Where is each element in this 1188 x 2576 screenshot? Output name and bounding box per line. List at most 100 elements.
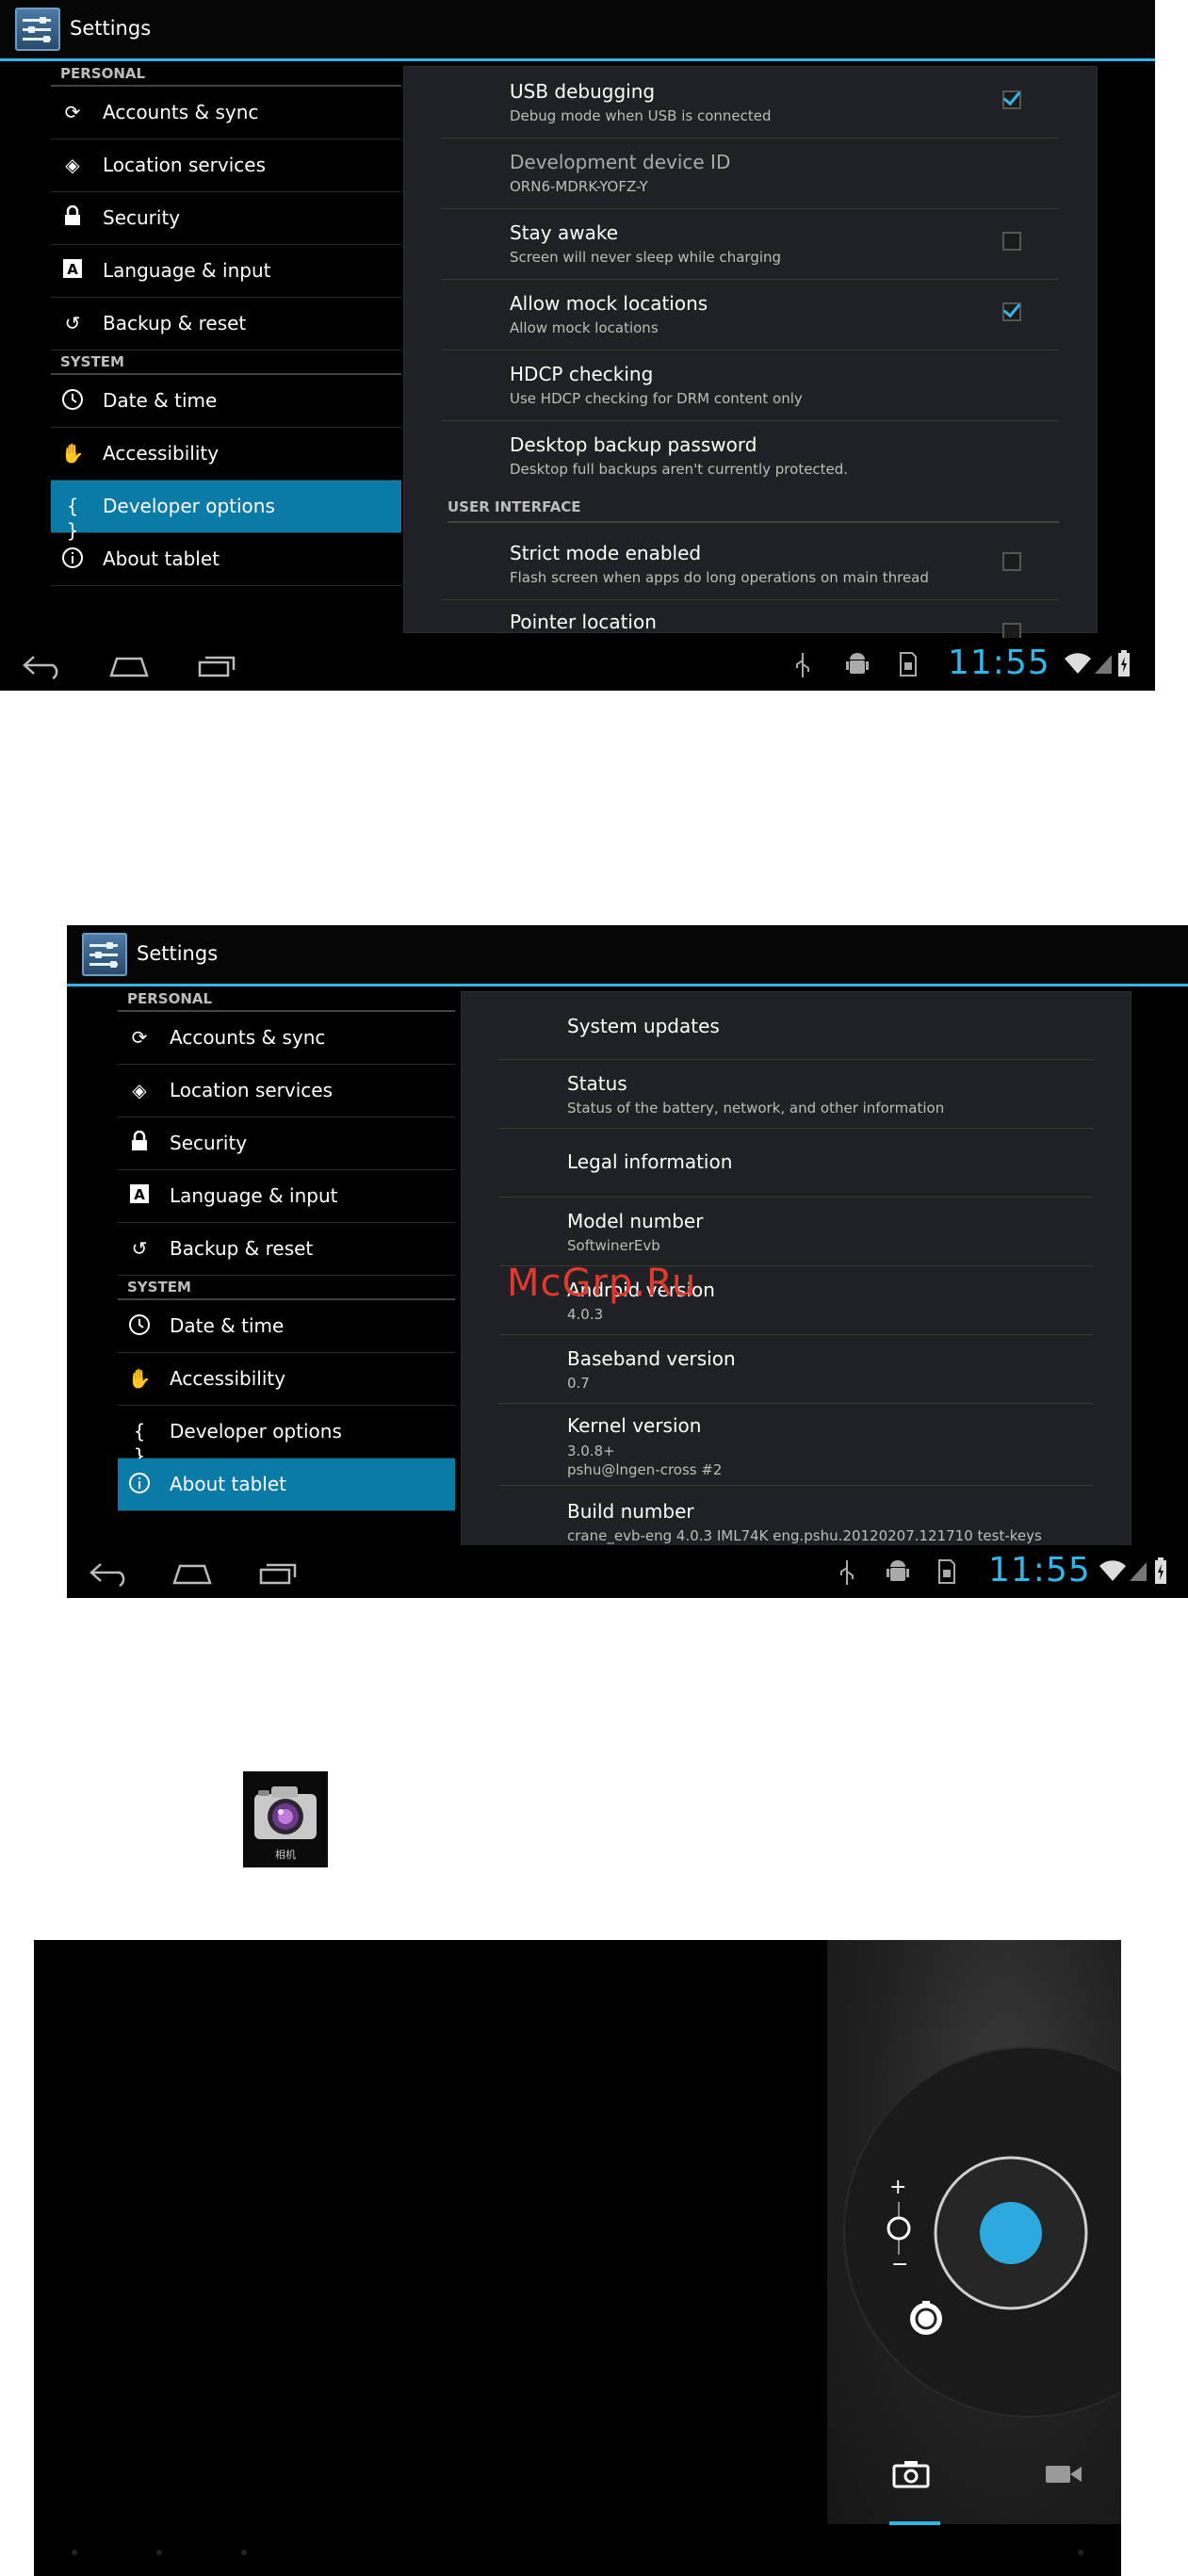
about-build-number[interactable]: Build number crane_evb-eng 4.0.3 IML74K …	[499, 1485, 1093, 1546]
action-bar: Settings	[67, 925, 1188, 986]
action-bar: Settings	[0, 0, 1155, 61]
photo-mode-icon[interactable]	[891, 2458, 931, 2488]
home-nav-dot[interactable]	[156, 2550, 162, 2555]
camera-control-panel: + −	[827, 1940, 1121, 2525]
camera-screen: + −	[34, 1940, 1121, 2576]
about-kernel-version: Kernel version 3.0.8+ pshu@lngen-cross #…	[499, 1403, 1093, 1486]
pref-strict-mode[interactable]: Strict mode enabled Flash screen when ap…	[442, 529, 1059, 600]
sidebar-item-accessibility[interactable]: ✋ Accessibility	[118, 1353, 455, 1406]
wifi-icon	[1099, 1560, 1126, 1581]
status-dot	[1078, 2550, 1083, 2555]
sd-card-icon	[900, 652, 917, 677]
battery-icon	[1118, 650, 1130, 677]
sidebar-item-language[interactable]: A Language & input	[51, 245, 401, 298]
keyboard-icon: A	[60, 258, 85, 283]
info-icon	[60, 546, 85, 571]
sync-icon: ⟳	[131, 1026, 148, 1049]
svg-text:A: A	[67, 261, 78, 278]
strict-mode-checkbox[interactable]	[1002, 552, 1021, 571]
page-title: Settings	[70, 17, 152, 40]
keyboard-icon: A	[127, 1183, 152, 1208]
sidebar-item-language[interactable]: A Language & input	[118, 1170, 455, 1223]
photo-mode-indicator	[889, 2521, 940, 2525]
recent-apps-icon[interactable]	[196, 653, 239, 677]
back-icon[interactable]	[88, 1560, 131, 1587]
wifi-icon	[1065, 653, 1091, 674]
sidebar-item-developer-options[interactable]: { } Developer options	[51, 481, 401, 542]
sidebar-item-accounts[interactable]: ⟳ Accounts & sync	[118, 1012, 455, 1065]
sidebar-item-accessibility[interactable]: ✋ Accessibility	[51, 428, 401, 481]
sidebar-item-security[interactable]: Security	[51, 192, 401, 245]
pref-hdcp-checking[interactable]: HDCP checking Use HDCP checking for DRM …	[442, 350, 1059, 421]
hand-icon: ✋	[60, 442, 85, 465]
sidebar-item-location[interactable]: ◈ Location services	[51, 139, 401, 192]
status-clock: 11:55	[948, 644, 1050, 682]
pref-pointer-location[interactable]: Pointer location	[442, 599, 1059, 642]
settings-app-icon[interactable]	[15, 8, 60, 51]
usb-icon	[796, 653, 809, 677]
sidebar-item-date-time[interactable]: Date & time	[51, 375, 401, 428]
about-system-updates[interactable]: System updates	[499, 992, 1093, 1060]
lock-icon	[127, 1130, 152, 1155]
sidebar-item-about-tablet[interactable]: About tablet	[118, 1459, 455, 1511]
page-title: Settings	[137, 942, 219, 965]
about-legal-information[interactable]: Legal information	[499, 1128, 1093, 1198]
camera-viewfinder[interactable]	[34, 1940, 827, 2524]
home-icon[interactable]	[171, 1560, 214, 1585]
pref-device-id: Development device ID ORN6-MDRK-YOFZ-Y	[442, 138, 1059, 209]
developer-options-screen: Settings PERSONAL ⟳ Accounts & sync ◈ Lo…	[0, 0, 1155, 691]
info-icon	[127, 1472, 152, 1496]
sidebar-item-accounts[interactable]: ⟳ Accounts & sync	[51, 87, 401, 139]
personal-header: PERSONAL	[118, 987, 455, 1012]
stay-awake-checkbox[interactable]	[1002, 232, 1021, 251]
backup-icon: ↺	[131, 1237, 148, 1260]
settings-sidebar: PERSONAL ⟳ Accounts & sync ◈ Location se…	[118, 987, 455, 1511]
pref-mock-locations[interactable]: Allow mock locations Allow mock location…	[442, 279, 1059, 351]
system-header: SYSTEM	[118, 1276, 455, 1300]
signal-icon	[1130, 1562, 1147, 1581]
lock-icon	[60, 204, 85, 230]
location-icon: ◈	[65, 154, 80, 176]
battery-icon	[1155, 1557, 1166, 1584]
svg-text:A: A	[134, 1186, 145, 1203]
sd-card-icon	[938, 1559, 955, 1584]
home-icon[interactable]	[107, 653, 151, 677]
camera-app-icon[interactable]: 相机	[243, 1771, 328, 1867]
hand-icon: ✋	[127, 1367, 152, 1390]
watermark-text: McGrp.Ru	[507, 1262, 697, 1305]
about-status[interactable]: Status Status of the battery, network, a…	[499, 1059, 1093, 1129]
sidebar-item-date-time[interactable]: Date & time	[118, 1300, 455, 1353]
status-clock: 11:55	[988, 1551, 1091, 1590]
developer-options-panel: USB debugging Debug mode when USB is con…	[403, 66, 1098, 642]
sidebar-item-security[interactable]: Security	[118, 1117, 455, 1170]
android-debug-icon	[846, 653, 869, 674]
system-navigation-bar: 11:55	[67, 1545, 1188, 1598]
pref-stay-awake[interactable]: Stay awake Screen will never sleep while…	[442, 208, 1059, 280]
zoom-out-button[interactable]: −	[891, 2253, 908, 2276]
about-model-number: Model number SoftwinerEvb	[499, 1197, 1093, 1266]
mock-locations-checkbox[interactable]	[1002, 302, 1021, 321]
sidebar-item-backup[interactable]: ↺ Backup & reset	[51, 298, 401, 351]
recent-nav-dot[interactable]	[241, 2550, 247, 2555]
sidebar-item-backup[interactable]: ↺ Backup & reset	[118, 1223, 455, 1276]
about-baseband-version: Baseband version 0.7	[499, 1334, 1093, 1404]
camera-settings-icon[interactable]	[906, 2298, 946, 2338]
video-mode-icon[interactable]	[1044, 2462, 1083, 2486]
sidebar-item-about-tablet[interactable]: About tablet	[51, 533, 401, 586]
shutter-button[interactable]	[931, 2153, 1091, 2313]
usb-debugging-checkbox[interactable]	[1002, 90, 1021, 109]
back-nav-dot[interactable]	[72, 2550, 77, 2555]
sidebar-item-developer-options[interactable]: { } Developer options	[118, 1406, 455, 1467]
back-icon[interactable]	[21, 653, 64, 679]
settings-sidebar: PERSONAL ⟳ Accounts & sync ◈ Location se…	[51, 62, 401, 586]
sidebar-item-location[interactable]: ◈ Location services	[118, 1065, 455, 1117]
pref-backup-password[interactable]: Desktop backup password Desktop full bac…	[442, 420, 1059, 491]
pref-usb-debugging[interactable]: USB debugging Debug mode when USB is con…	[442, 67, 1059, 139]
usb-icon	[840, 1560, 854, 1585]
zoom-slider[interactable]	[882, 2200, 916, 2257]
recent-apps-icon[interactable]	[257, 1560, 301, 1585]
zoom-in-button[interactable]: +	[889, 2176, 906, 2199]
settings-app-icon[interactable]	[82, 933, 127, 976]
camera-icon-caption: 相机	[275, 1849, 296, 1861]
clock-icon	[60, 388, 85, 413]
